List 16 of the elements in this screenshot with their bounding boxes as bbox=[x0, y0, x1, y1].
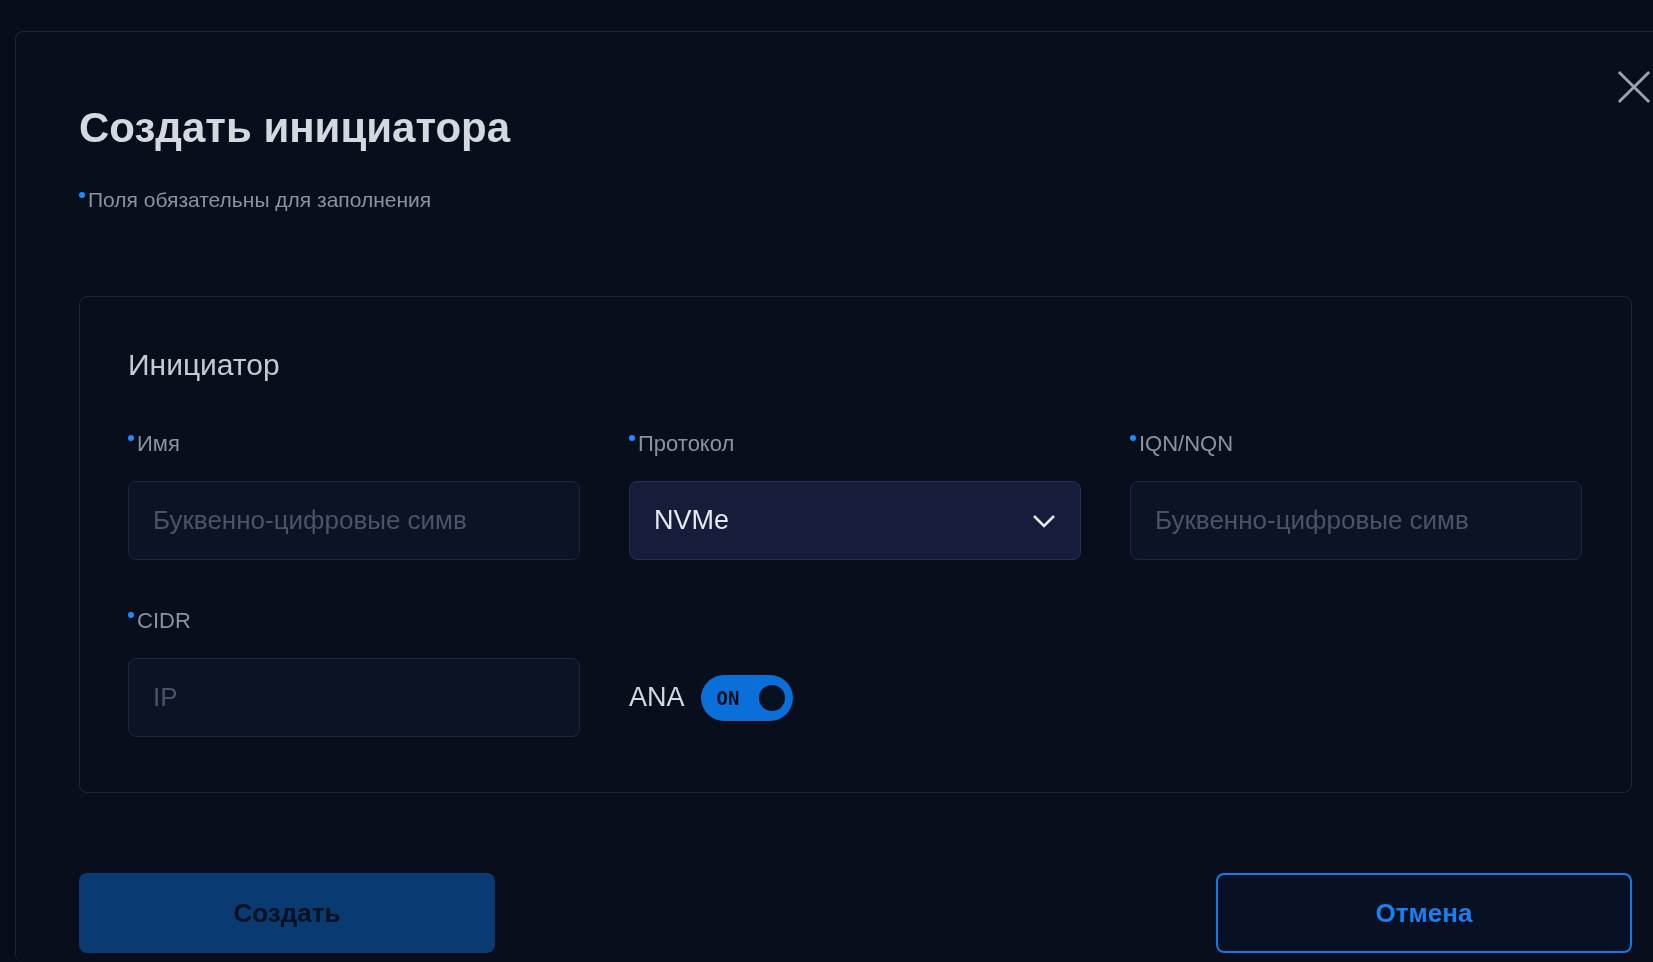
close-icon[interactable] bbox=[1617, 70, 1651, 104]
input-field[interactable]: Буквенно-цифровые симв bbox=[1130, 481, 1582, 560]
protocol-dropdown[interactable]: NVMe bbox=[629, 481, 1081, 560]
field-label: Имя bbox=[128, 431, 180, 459]
input-field[interactable]: IP bbox=[128, 658, 580, 737]
dialog-title: Создать инициатора bbox=[79, 103, 511, 153]
required-note: Поля обязательны для заполнения bbox=[79, 188, 432, 212]
field-label: Протокол bbox=[629, 431, 735, 459]
field-label: IQN/NQN bbox=[1130, 431, 1234, 459]
input-field[interactable]: Буквенно-цифровые симв bbox=[128, 481, 580, 560]
toggle-label: ANA bbox=[629, 682, 685, 713]
toggle-switch[interactable]: ON bbox=[700, 674, 793, 721]
section-title: Инициатор bbox=[128, 347, 281, 383]
chevron-down-icon bbox=[1032, 513, 1056, 528]
cancel-button[interactable]: Отмена bbox=[1216, 873, 1632, 953]
field-label: CIDR bbox=[128, 608, 191, 636]
